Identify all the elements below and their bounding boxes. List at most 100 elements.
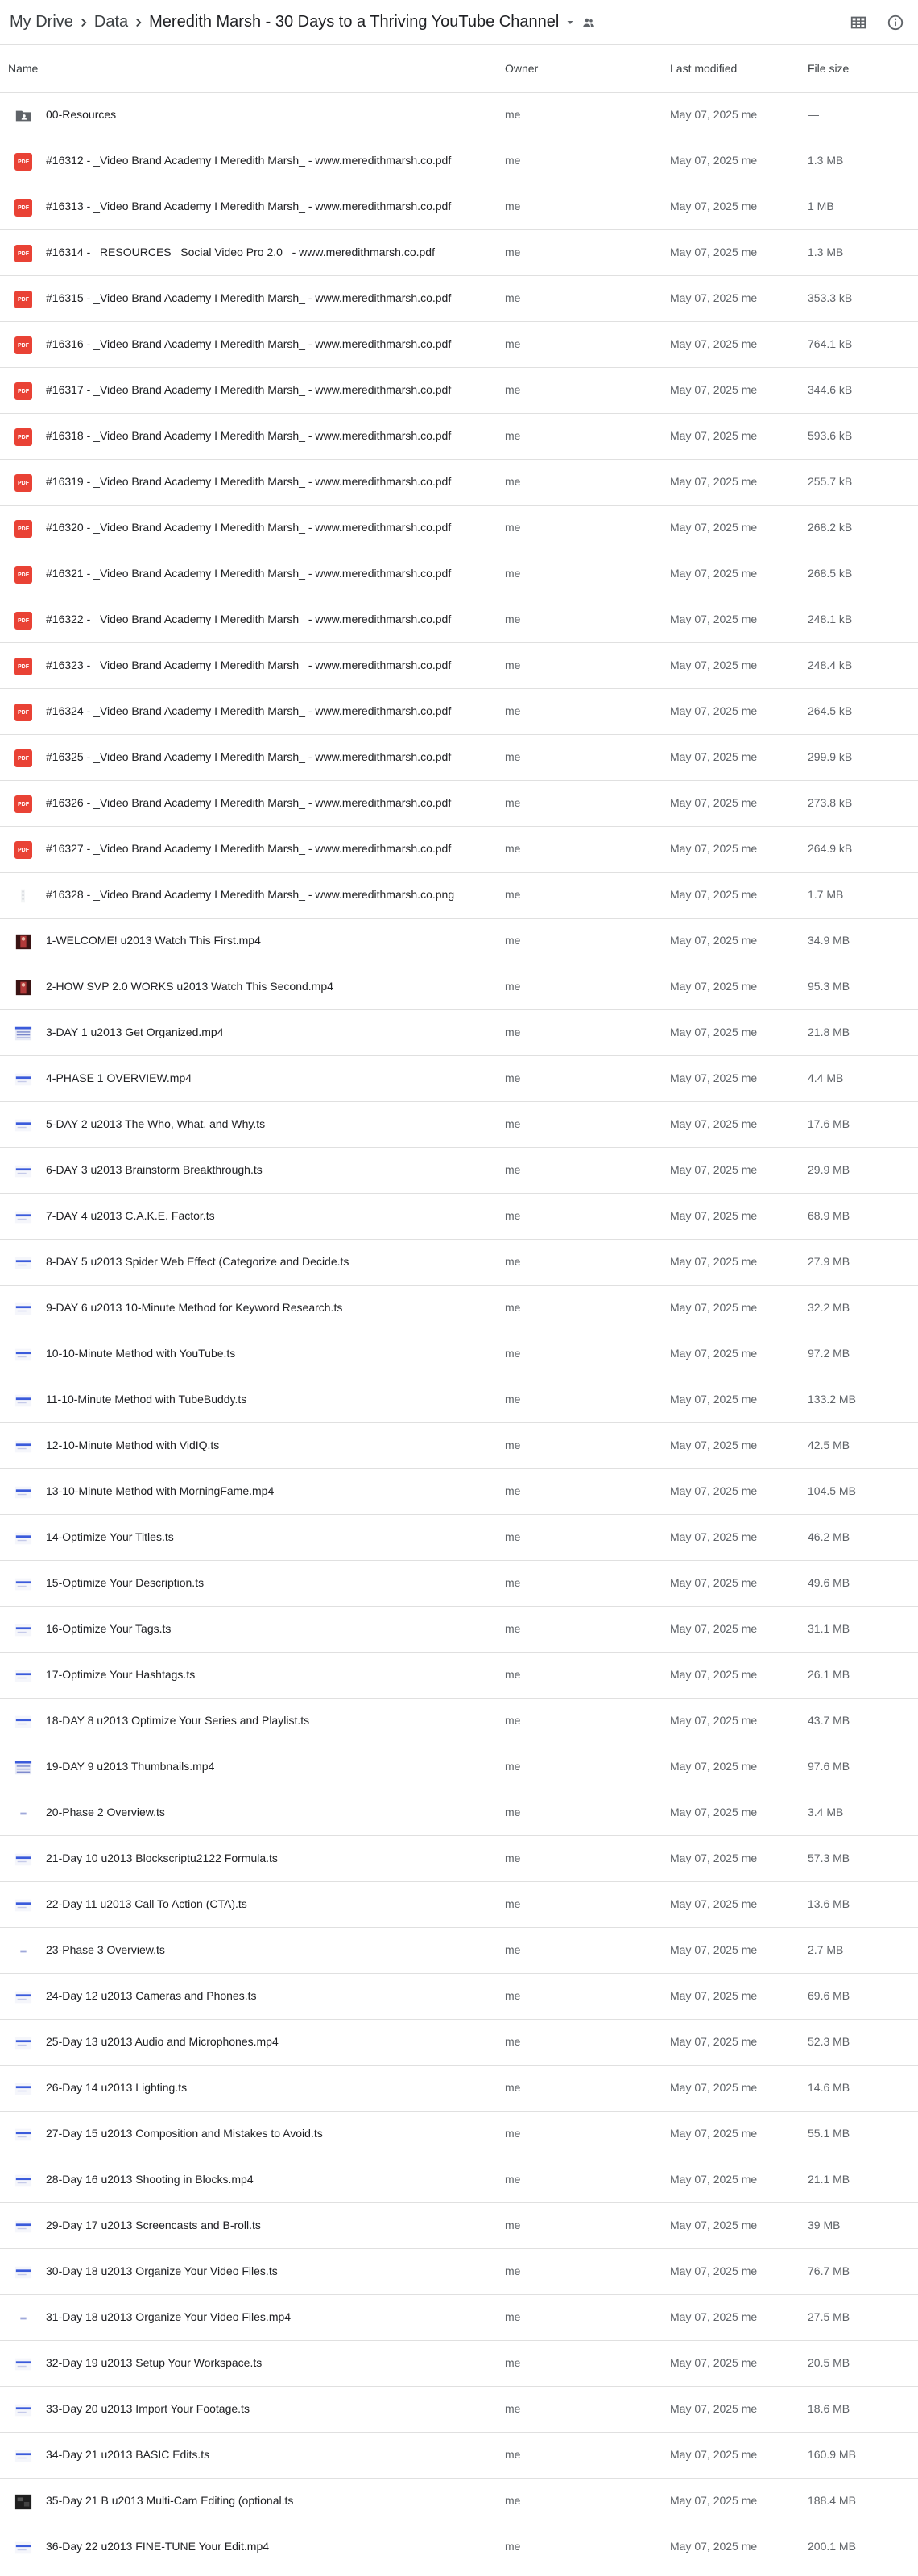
column-file-size[interactable]: File size — [808, 62, 849, 75]
file-row[interactable]: 29-Day 17 u2013 Screencasts and B-roll.t… — [0, 2203, 918, 2249]
folder-row[interactable]: 00-Resources me May 07, 2025 me — — [0, 93, 918, 138]
shared-folder-icon — [14, 107, 32, 125]
file-row[interactable]: PDF #16321 - _Video Brand Academy I Mered… — [0, 551, 918, 597]
file-name: #16325 - _Video Brand Academy I Meredith… — [46, 750, 452, 763]
file-owner: me — [505, 704, 521, 717]
file-row[interactable]: 23-Phase 3 Overview.ts me May 07, 2025 me 2… — [0, 1928, 918, 1974]
shared-people-icon[interactable] — [581, 15, 596, 30]
file-size: 57.3 MB — [808, 1852, 850, 1864]
file-row[interactable]: 27-Day 15 u2013 Composition and Mistakes… — [0, 2112, 918, 2157]
column-owner[interactable]: Owner — [505, 62, 538, 75]
file-row[interactable]: 3-DAY 1 u2013 Get Organized.mp4 me May 07,… — [0, 1010, 918, 1056]
file-row[interactable]: 22-Day 11 u2013 Call To Action (CTA).ts m… — [0, 1882, 918, 1928]
file-row[interactable]: 24-Day 12 u2013 Cameras and Phones.ts me M… — [0, 1974, 918, 2020]
file-size: 255.7 kB — [808, 475, 853, 488]
file-name: 31-Day 18 u2013 Organize Your Video File… — [46, 2310, 292, 2323]
file-row[interactable]: PDF #16314 - _RESOURCES_ Social Video Pro… — [0, 230, 918, 276]
file-row[interactable]: PDF #16323 - _Video Brand Academy I Mered… — [0, 643, 918, 689]
file-owner: me — [505, 888, 521, 901]
file-row[interactable]: 17-Optimize Your Hashtags.ts me May 07, 20… — [0, 1653, 918, 1699]
file-row[interactable]: 14-Optimize Your Titles.ts me May 07, 2025… — [0, 1515, 918, 1561]
file-owner: me — [505, 1484, 521, 1497]
file-row[interactable]: PDF #16317 - _Video Brand Academy I Mered… — [0, 368, 918, 414]
breadcrumb-data[interactable]: Data — [93, 10, 130, 35]
file-owner: me — [505, 2448, 521, 2461]
file-row[interactable]: 1-WELCOME! u2013 Watch This First.mp4 me M… — [0, 919, 918, 964]
file-row[interactable]: 18-DAY 8 u2013 Optimize Your Series and … — [0, 1699, 918, 1744]
file-row[interactable]: PDF #16319 - _Video Brand Academy I Mered… — [0, 460, 918, 506]
file-row[interactable]: 33-Day 20 u2013 Import Your Footage.ts me… — [0, 2387, 918, 2433]
file-row[interactable]: 13-10-Minute Method with MorningFame.mp4… — [0, 1469, 918, 1515]
grid-view-button[interactable] — [846, 10, 871, 35]
file-last-modified: May 07, 2025 me — [670, 429, 758, 442]
file-name: #16315 - _Video Brand Academy I Meredith… — [46, 291, 452, 304]
file-name: #16321 - _Video Brand Academy I Meredith… — [46, 567, 452, 580]
file-row[interactable]: PDF #16316 - _Video Brand Academy I Mered… — [0, 322, 918, 368]
file-row[interactable]: PDF #16326 - _Video Brand Academy I Mered… — [0, 781, 918, 827]
file-row[interactable]: 30-Day 18 u2013 Organize Your Video File… — [0, 2249, 918, 2295]
breadcrumb-my-drive[interactable]: My Drive — [8, 10, 75, 35]
file-row[interactable]: 31-Day 18 u2013 Organize Your Video File… — [0, 2295, 918, 2341]
file-last-modified: May 07, 2025 me — [670, 246, 758, 258]
file-owner: me — [505, 2356, 521, 2369]
file-row[interactable]: 20-Phase 2 Overview.ts me May 07, 2025 me 3… — [0, 1790, 918, 1836]
file-row[interactable]: 26-Day 14 u2013 Lighting.ts me May 07, 202… — [0, 2066, 918, 2112]
file-row[interactable]: 7-DAY 4 u2013 C.A.K.E. Factor.ts me May 07… — [0, 1194, 918, 1240]
file-row[interactable]: 4-PHASE 1 OVERVIEW.mp4 me May 07, 2025 me 4… — [0, 1056, 918, 1102]
file-size: 21.8 MB — [808, 1026, 850, 1038]
file-row[interactable]: 5-DAY 2 u2013 The Who, What, and Why.ts m… — [0, 1102, 918, 1148]
file-owner: me — [505, 613, 521, 625]
video-thumbnail-icon — [14, 2310, 32, 2327]
chevron-down-icon[interactable] — [565, 18, 575, 27]
file-last-modified: May 07, 2025 me — [670, 1255, 758, 1268]
file-row[interactable]: PDF #16315 - _Video Brand Academy I Mered… — [0, 276, 918, 322]
file-row[interactable]: PDF #16313 - _Video Brand Academy I Mered… — [0, 184, 918, 230]
file-name: 00-Resources — [46, 108, 117, 121]
file-owner: me — [505, 2494, 521, 2507]
file-row[interactable]: 32-Day 19 u2013 Setup Your Workspace.ts m… — [0, 2341, 918, 2387]
file-size: 21.1 MB — [808, 2173, 850, 2186]
breadcrumb-current-folder[interactable]: Meredith Marsh - 30 Days to a Thriving Y… — [147, 10, 560, 35]
file-row[interactable]: 36-Day 22 u2013 FINE-TUNE Your Edit.mp4 m… — [0, 2524, 918, 2570]
video-thumbnail-icon — [14, 1713, 32, 1731]
file-row[interactable]: 19-DAY 9 u2013 Thumbnails.mp4 me May 07, 2… — [0, 1744, 918, 1790]
file-row[interactable]: 12-10-Minute Method with VidIQ.ts me May 0… — [0, 1423, 918, 1469]
file-row[interactable]: 21-Day 10 u2013 Blockscriptu2122 Formula… — [0, 1836, 918, 1882]
column-name[interactable]: Name — [8, 62, 38, 75]
file-row[interactable]: 15-Optimize Your Description.ts me May 07,… — [0, 1561, 918, 1607]
file-size: 26.1 MB — [808, 1668, 850, 1681]
file-row[interactable]: 34-Day 21 u2013 BASIC Edits.ts me May 07, … — [0, 2433, 918, 2479]
file-owner: me — [505, 1071, 521, 1084]
file-row[interactable]: PDF #16312 - _Video Brand Academy I Mered… — [0, 138, 918, 184]
file-size: 200.1 MB — [808, 2540, 856, 2553]
file-row[interactable]: 28-Day 16 u2013 Shooting in Blocks.mp4 me… — [0, 2157, 918, 2203]
details-button[interactable] — [883, 10, 908, 35]
file-row[interactable]: PDF #16325 - _Video Brand Academy I Mered… — [0, 735, 918, 781]
file-row[interactable]: 16-Optimize Your Tags.ts me May 07, 2025 m… — [0, 1607, 918, 1653]
file-row[interactable]: PDF #16318 - _Video Brand Academy I Mered… — [0, 414, 918, 460]
file-row[interactable]: PDF #16322 - _Video Brand Academy I Mered… — [0, 597, 918, 643]
file-row[interactable]: 8-DAY 5 u2013 Spider Web Effect (Categor… — [0, 1240, 918, 1286]
file-row[interactable]: 10-10-Minute Method with YouTube.ts me May… — [0, 1331, 918, 1377]
file-last-modified: May 07, 2025 me — [670, 2035, 758, 2048]
file-size: 248.4 kB — [808, 658, 853, 671]
file-row[interactable]: 6-DAY 3 u2013 Brainstorm Breakthrough.ts… — [0, 1148, 918, 1194]
file-size: 160.9 MB — [808, 2448, 856, 2461]
file-row[interactable]: 25-Day 13 u2013 Audio and Microphones.mp… — [0, 2020, 918, 2066]
file-row[interactable]: PDF #16327 - _Video Brand Academy I Mered… — [0, 827, 918, 873]
file-row[interactable]: 35-Day 21 B u2013 Multi-Cam Editing (opt… — [0, 2479, 918, 2524]
video-thumbnail-icon — [14, 2172, 32, 2190]
file-owner: me — [505, 1393, 521, 1406]
file-last-modified: May 07, 2025 me — [670, 1163, 758, 1176]
file-row[interactable]: 9-DAY 6 u2013 10-Minute Method for Keywo… — [0, 1286, 918, 1331]
file-owner: me — [505, 934, 521, 947]
file-last-modified: May 07, 2025 me — [670, 2402, 758, 2415]
file-row[interactable]: 2-HOW SVP 2.0 WORKS u2013 Watch This Sec… — [0, 964, 918, 1010]
file-row[interactable]: PDF #16324 - _Video Brand Academy I Mered… — [0, 689, 918, 735]
chevron-right-icon — [130, 14, 147, 31]
file-row[interactable]: 11-10-Minute Method with TubeBuddy.ts me M… — [0, 1377, 918, 1423]
video-thumbnail-icon — [14, 1897, 32, 1914]
file-row[interactable]: #16328 - _Video Brand Academy I Meredith… — [0, 873, 918, 919]
column-last-modified[interactable]: Last modified — [670, 62, 737, 75]
file-row[interactable]: PDF #16320 - _Video Brand Academy I Mered… — [0, 506, 918, 551]
